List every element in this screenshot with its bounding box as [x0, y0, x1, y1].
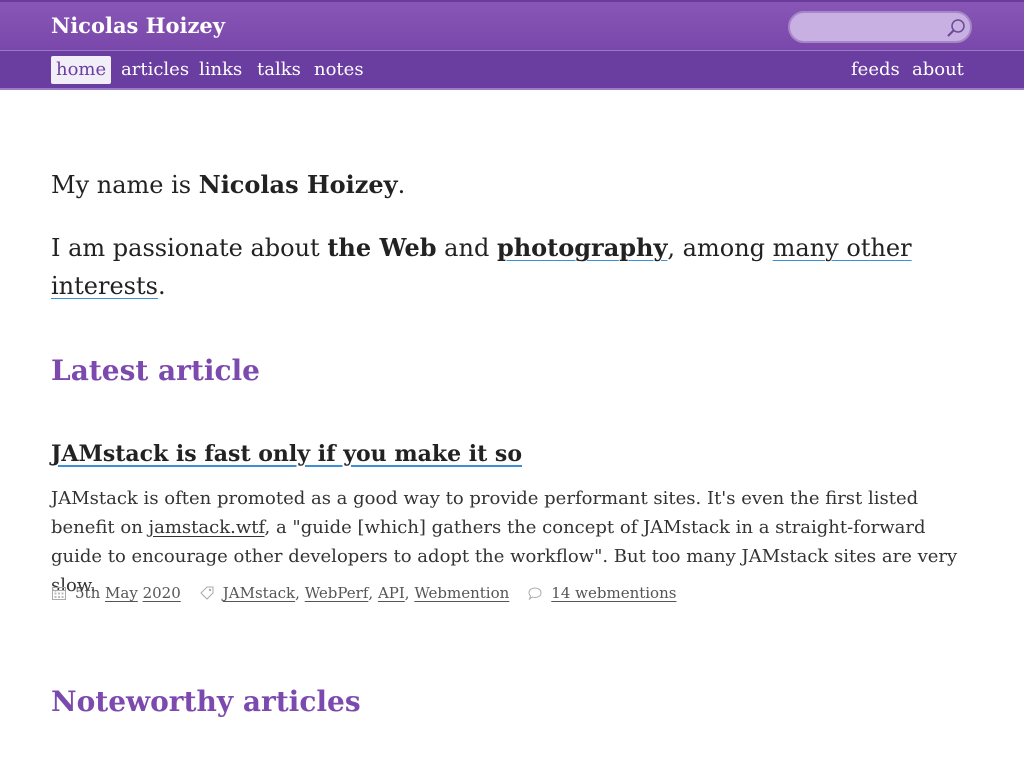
calendar-icon: [52, 587, 66, 600]
noteworthy-articles-heading: Noteworthy articles: [51, 685, 361, 718]
search-icon[interactable]: [946, 18, 966, 38]
tag-link[interactable]: API: [378, 584, 405, 602]
intro-text: I am passionate about: [51, 234, 328, 262]
intro-text: .: [157, 272, 166, 300]
comment-icon: [528, 587, 542, 601]
tag-icon: [200, 586, 214, 600]
latest-article-heading: Latest article: [51, 354, 260, 387]
nav-item-home[interactable]: home: [51, 56, 112, 84]
search-box: [788, 11, 972, 43]
tag-link[interactable]: WebPerf: [305, 584, 369, 602]
nav-item-articles[interactable]: articles: [116, 56, 194, 84]
intro-text: My name is: [51, 171, 199, 199]
nav-item-links[interactable]: links: [194, 56, 247, 84]
topic-web: the Web: [327, 233, 437, 262]
tag-link[interactable]: JAMstack: [223, 584, 295, 602]
author-name: Nicolas Hoizey: [198, 170, 398, 199]
date-month-link[interactable]: May: [105, 584, 138, 602]
intro-interests: I am passionate about the Web and photog…: [51, 229, 951, 305]
nav-item-talks[interactable]: talks: [252, 56, 306, 84]
webmentions-link[interactable]: 14 webmentions: [551, 584, 676, 602]
main-navigation: home articles links talks notes feeds ab…: [0, 50, 1024, 90]
intro-text: , among: [667, 234, 773, 262]
article-meta: 5th May 2020 JAMstack, WebPerf, API, Web…: [51, 582, 676, 604]
article-title: JAMstack is fast only if you make it so: [51, 441, 522, 467]
article-title-link[interactable]: JAMstack is fast only if you make it so: [51, 441, 522, 467]
site-title[interactable]: Nicolas Hoizey: [51, 13, 225, 38]
photography-link[interactable]: photography: [497, 233, 667, 262]
tag-link[interactable]: Webmention: [414, 584, 509, 602]
search-input[interactable]: [800, 17, 944, 39]
site-header: Nicolas Hoizey: [0, 0, 1024, 50]
intro-name: My name is Nicolas Hoizey.: [51, 166, 405, 204]
nav-item-about[interactable]: about: [907, 56, 969, 84]
intro-text: and: [436, 234, 497, 262]
date-day: 5th: [75, 584, 101, 602]
date-year-link[interactable]: 2020: [143, 584, 181, 602]
nav-item-notes[interactable]: notes: [309, 56, 369, 84]
intro-text: .: [397, 171, 406, 199]
nav-item-feeds[interactable]: feeds: [846, 56, 905, 84]
jamstack-wtf-link[interactable]: jamstack.wtf: [149, 517, 265, 538]
